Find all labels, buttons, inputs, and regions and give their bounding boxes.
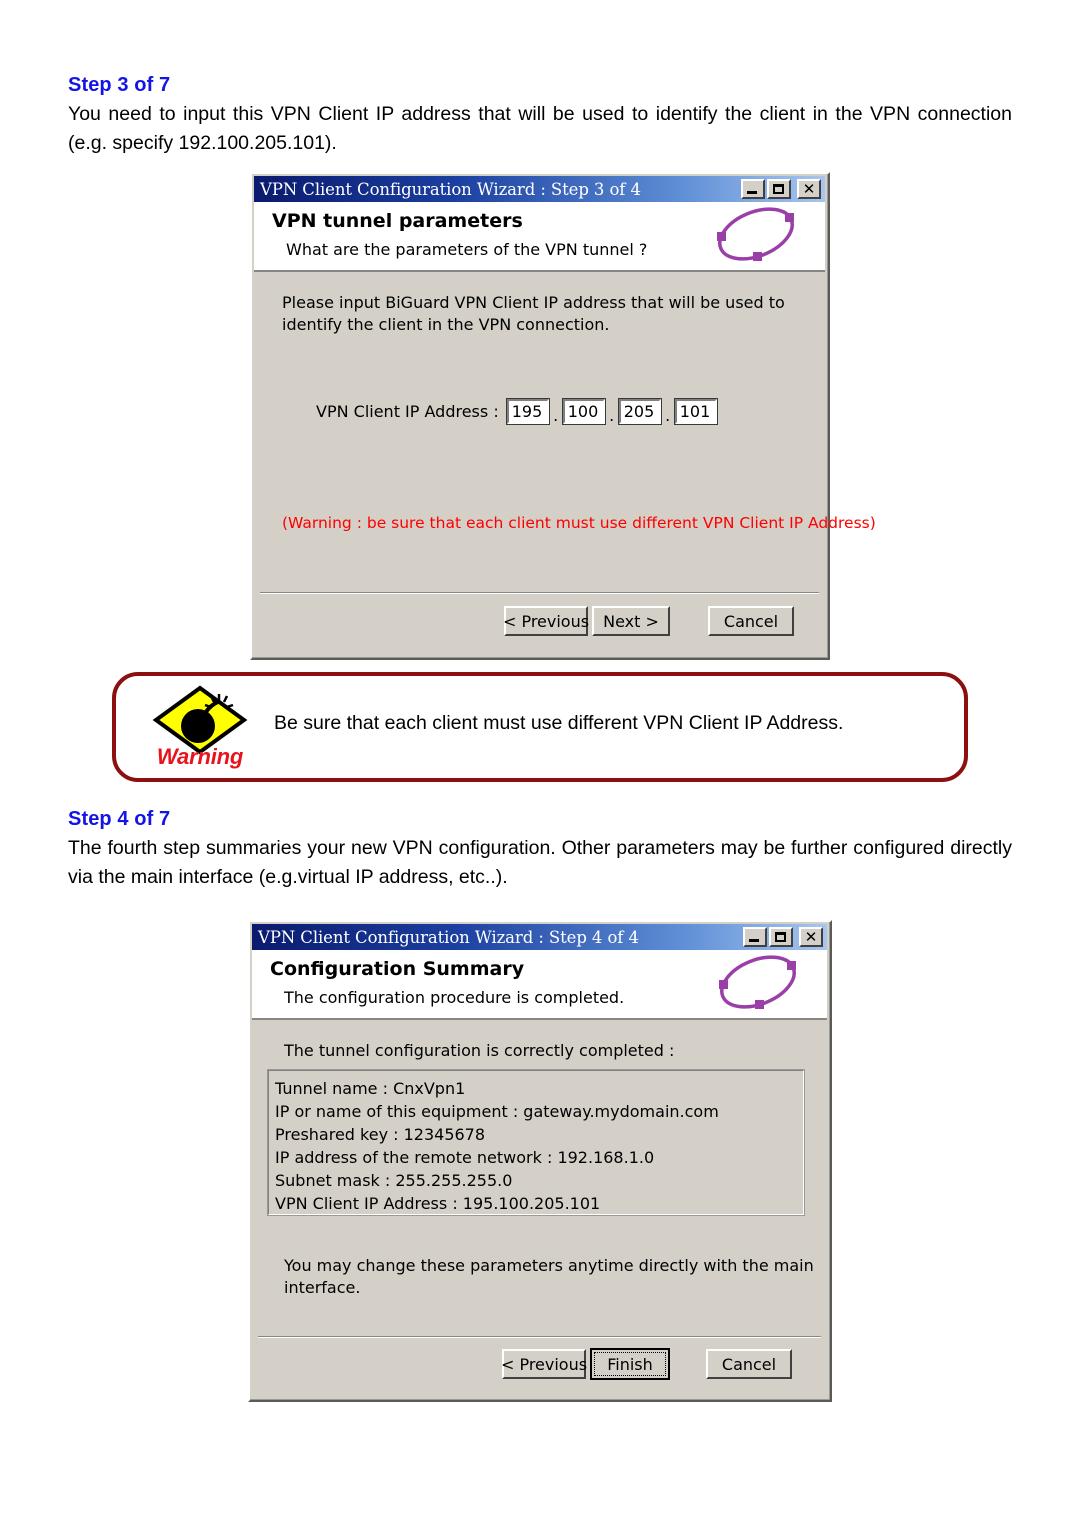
close-icon: ✕ (804, 928, 818, 946)
ip-octet-2-input[interactable]: 100 (561, 398, 606, 425)
summary-list: Tunnel name : CnxVpn1 IP or name of this… (269, 1071, 803, 1215)
summary-caption: The tunnel configuration is correctly co… (284, 1041, 675, 1060)
ip-separator-3: . (665, 405, 671, 425)
close-button[interactable]: ✕ (799, 927, 823, 947)
dialog-frame-inner: VPN Client Configuration Wizard : Step 3… (252, 174, 876, 658)
window-title: VPN Client Configuration Wizard : Step 4… (258, 927, 639, 947)
maximize-button[interactable] (769, 927, 793, 947)
previous-button[interactable]: < Previous (501, 1349, 587, 1379)
titlebar: VPN Client Configuration Wizard : Step 3… (254, 176, 825, 202)
summary-line: Tunnel name : CnxVpn1 (275, 1079, 466, 1098)
dialog-header-subtitle: The configuration procedure is completed… (284, 988, 625, 1007)
step4-paragraph: The fourth step summaries your new VPN c… (68, 837, 1012, 888)
ip-octet-1-input[interactable]: 195 (505, 398, 550, 425)
vpn-wizard-dialog-step3: VPN Client Configuration Wizard : Step 3… (250, 172, 876, 660)
vpn-tunnel-ellipse-icon (717, 207, 794, 261)
vpn-client-ip-address-row: VPN Client IP Address : 195 . 100 . 205 … (316, 398, 718, 425)
dialog-button-row: < Previous Next > Cancel (503, 606, 794, 636)
footer-separator (258, 1336, 821, 1338)
dialog-frame-inner: VPN Client Configuration Wizard : Step 4… (250, 922, 830, 1400)
summary-line: VPN Client IP Address : 195.100.205.101 (275, 1194, 601, 1213)
window-controls: ✕ (741, 179, 825, 199)
dialog-header: VPN tunnel parameters What are the param… (254, 202, 825, 272)
vpn-tunnel-ellipse-icon (719, 955, 796, 1009)
summary-line: Preshared key : 12345678 (275, 1125, 486, 1144)
maximize-icon (773, 184, 784, 194)
finish-button-label: Finish (594, 1352, 666, 1376)
maximize-icon (775, 932, 786, 942)
dialog-header-title: Configuration Summary (270, 958, 525, 980)
dialog-header-subtitle: What are the parameters of the VPN tunne… (286, 240, 648, 259)
dialog-header-title: VPN tunnel parameters (272, 210, 523, 232)
summary-line: IP or name of this equipment : gateway.m… (275, 1102, 719, 1121)
close-icon: ✕ (802, 180, 816, 198)
cancel-button[interactable]: Cancel (706, 1349, 792, 1379)
previous-button[interactable]: < Previous (503, 606, 589, 636)
ip-octet-3-input[interactable]: 205 (617, 398, 662, 425)
ip-separator-2: . (609, 405, 615, 425)
vpn-client-ip-label: VPN Client IP Address : (316, 402, 499, 421)
dialog-warning-text: (Warning : be sure that each client must… (282, 514, 876, 532)
titlebar: VPN Client Configuration Wizard : Step 4… (252, 924, 827, 950)
footer-note: You may change these parameters anytime … (284, 1256, 814, 1297)
dialog-body: Please input BiGuard VPN Client IP addre… (254, 274, 876, 655)
minimize-button[interactable] (741, 179, 765, 199)
step4-heading: Step 4 of 7 (68, 808, 171, 830)
step3-paragraph: You need to input this VPN Client IP add… (68, 103, 1012, 154)
ip-octet-4-input[interactable]: 101 (673, 398, 718, 425)
summary-panel: Tunnel name : CnxVpn1 IP or name of this… (267, 1069, 805, 1216)
finish-button[interactable]: Finish (590, 1348, 670, 1380)
step3-heading: Step 3 of 7 (68, 74, 171, 96)
dialog-header: Configuration Summary The configuration … (252, 950, 827, 1020)
warning-callout-text: Be sure that each client must use differ… (274, 712, 844, 734)
cancel-button[interactable]: Cancel (708, 606, 794, 636)
window-controls: ✕ (743, 927, 827, 947)
warning-callout: Warning Be sure that each client must us… (112, 672, 968, 782)
warning-icon-group: Warning (140, 682, 260, 780)
summary-line: IP address of the remote network : 192.1… (275, 1148, 655, 1167)
close-button[interactable]: ✕ (797, 179, 821, 199)
minimize-button[interactable] (743, 927, 767, 947)
warning-label: Warning (156, 744, 244, 769)
window-title: VPN Client Configuration Wizard : Step 3… (260, 179, 641, 199)
dialog-body: The tunnel configuration is correctly co… (252, 1022, 827, 1397)
vpn-wizard-dialog-step4: VPN Client Configuration Wizard : Step 4… (248, 920, 832, 1402)
next-button[interactable]: Next > (592, 606, 670, 636)
minimize-icon (749, 939, 759, 942)
minimize-icon (747, 191, 757, 194)
maximize-button[interactable] (767, 179, 791, 199)
ip-separator-1: . (553, 405, 559, 425)
summary-line: Subnet mask : 255.255.255.0 (275, 1171, 513, 1190)
document-page: Step 3 of 7 You need to input this VPN C… (0, 0, 1080, 1528)
instruction-text: Please input BiGuard VPN Client IP addre… (282, 293, 785, 334)
dialog-button-row: < Previous Finish Cancel (501, 1348, 792, 1380)
footer-separator (260, 592, 819, 594)
